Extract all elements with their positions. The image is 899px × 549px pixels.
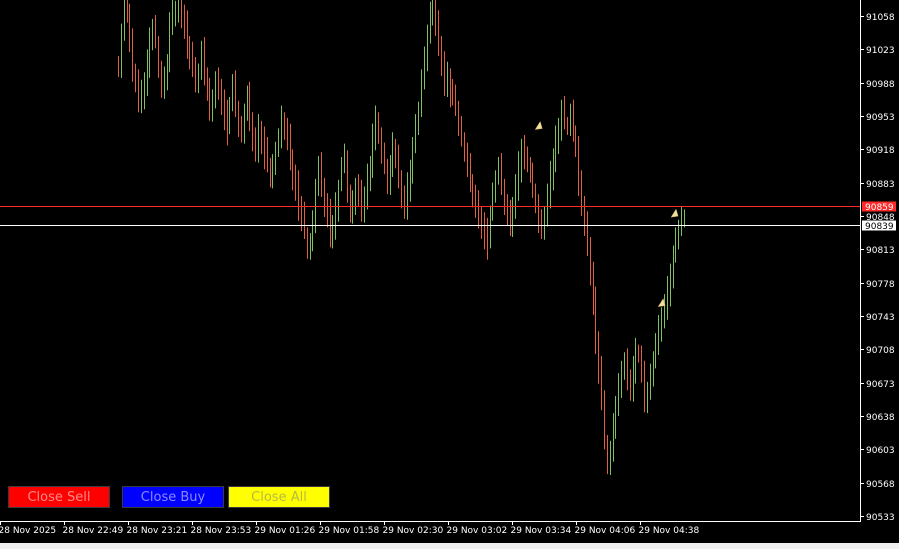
time-tick-label: 29 Nov 03:34 xyxy=(511,526,572,536)
price-tick-label: 90673 xyxy=(866,380,895,390)
price-tick-label: 90708 xyxy=(866,346,895,356)
time-tick-label: 29 Nov 02:30 xyxy=(383,526,444,536)
price-tick-label: 90568 xyxy=(866,480,895,490)
price-tick-label: 90638 xyxy=(866,413,895,423)
time-tick-label: 29 Nov 03:02 xyxy=(447,526,508,536)
bottom-panel xyxy=(0,543,899,549)
price-tick-label: 91058 xyxy=(866,13,895,23)
time-tick-label: 29 Nov 01:58 xyxy=(319,526,380,536)
price-tick-label: 90778 xyxy=(866,280,895,290)
price-tick-label: 90813 xyxy=(866,246,895,256)
close-all-button[interactable]: Close All xyxy=(228,486,330,508)
price-tick-label: 90603 xyxy=(866,446,895,456)
price-tick-label: 90918 xyxy=(866,146,895,156)
price-axis: 9105891023909889095390918908839084890813… xyxy=(860,0,896,523)
time-tick-label: 29 Nov 04:38 xyxy=(639,526,700,536)
price-chart: 9105891023909889095390918908839084890813… xyxy=(0,0,899,549)
ask-price-label: 90859 xyxy=(865,203,894,213)
price-tick-label: 91023 xyxy=(866,46,895,56)
price-tick-label: 90988 xyxy=(866,80,895,90)
close-buy-button[interactable]: Close Buy xyxy=(122,486,224,508)
time-tick-label: 29 Nov 01:26 xyxy=(255,526,316,536)
price-lines xyxy=(0,206,860,226)
close-sell-button[interactable]: Close Sell xyxy=(8,486,110,508)
time-tick-label: 28 Nov 22:49 xyxy=(63,526,124,536)
time-axis: 28 Nov 2025 28 Nov 22:49 28 Nov 23:21 28 No… xyxy=(0,521,899,549)
price-tick-label: 90953 xyxy=(866,113,895,123)
price-tick-label: 90883 xyxy=(866,180,895,190)
time-tick-label: 28 Nov 23:21 xyxy=(127,526,188,536)
arrow-up-icon xyxy=(670,208,679,218)
arrow-up-icon xyxy=(534,120,543,130)
time-tick-label: 29 Nov 04:06 xyxy=(575,526,636,536)
trade-markers xyxy=(534,120,679,307)
candle-bars xyxy=(118,0,685,476)
time-tick-label: 28 Nov 23:53 xyxy=(191,526,252,536)
price-tick-label: 90743 xyxy=(866,313,895,323)
bid-price-label: 90839 xyxy=(865,222,894,232)
time-tick-label: 28 Nov 2025 xyxy=(0,526,56,536)
price-tick-label: 90533 xyxy=(866,513,895,523)
